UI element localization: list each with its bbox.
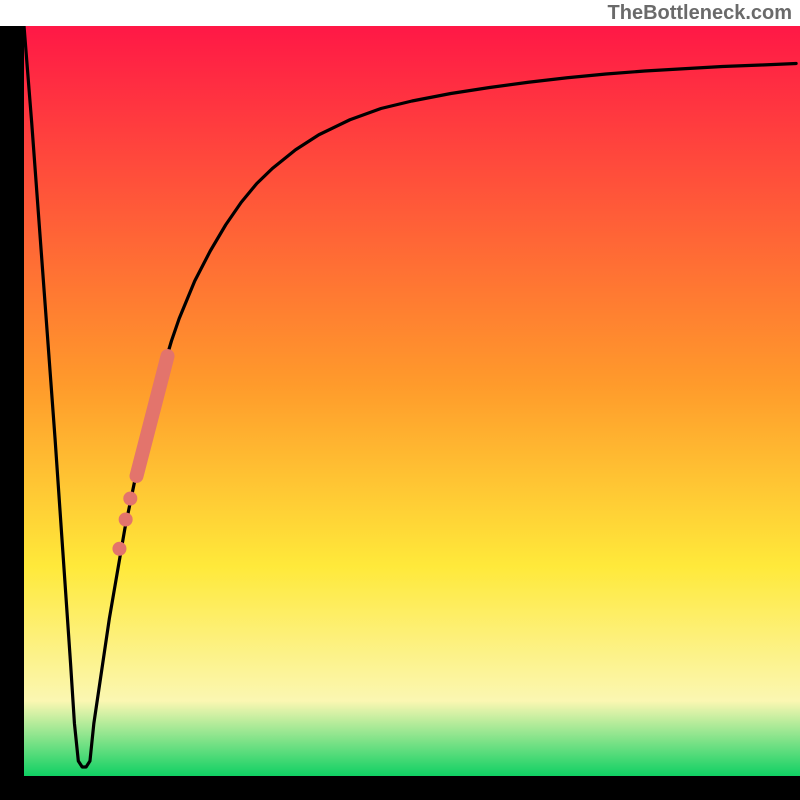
marker-dot [112,542,126,556]
plot-background [24,26,800,776]
marker-dot [123,492,137,506]
plot-frame [24,26,800,776]
chart-outer: TheBottleneck.com [0,0,800,800]
attribution-label: TheBottleneck.com [0,0,800,26]
marker-dot [119,513,133,527]
bottleneck-chart [24,26,800,776]
